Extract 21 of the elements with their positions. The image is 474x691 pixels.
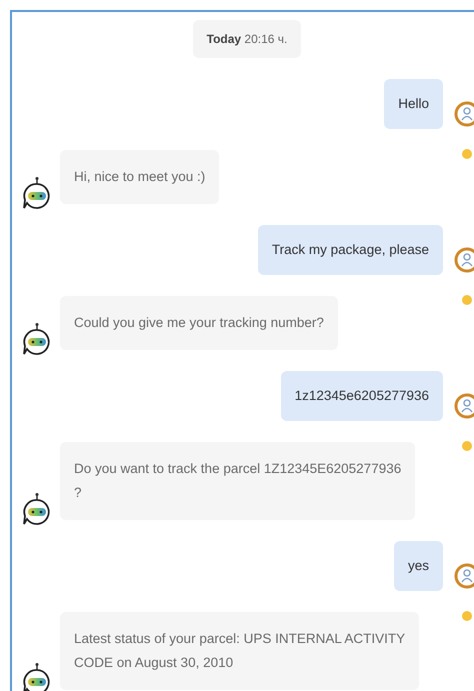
user-message: yes (394, 541, 443, 591)
bot-message: Hi, nice to meet you :) (60, 150, 220, 204)
robot-icon (22, 662, 52, 691)
robot-icon (22, 492, 52, 528)
status-dot-icon (462, 611, 472, 621)
bot-message: Could you give me your tracking number? (60, 296, 338, 350)
user-avatar-icon (454, 563, 474, 589)
user-message: Track my package, please (258, 225, 443, 275)
user-avatar-icon (454, 247, 474, 273)
robot-icon (22, 176, 52, 212)
date-label: Today 20:16 ч. (192, 20, 302, 58)
status-dot-icon (462, 441, 472, 451)
status-dot-icon (462, 149, 472, 159)
user-message: 1z12345e6205277936 (280, 371, 443, 421)
robot-icon (22, 322, 52, 358)
bot-message: Latest status of your parcel: UPS INTERNAL ACTIVITY CODE on August 30, 2010 (60, 612, 420, 690)
status-dot-icon (462, 295, 472, 305)
user-message: Hello (384, 79, 443, 129)
bot-message: Do you want to track the parcel 1Z12345E6205277936 ? (60, 442, 416, 520)
user-avatar-icon (454, 393, 474, 419)
user-avatar-icon (454, 101, 474, 127)
